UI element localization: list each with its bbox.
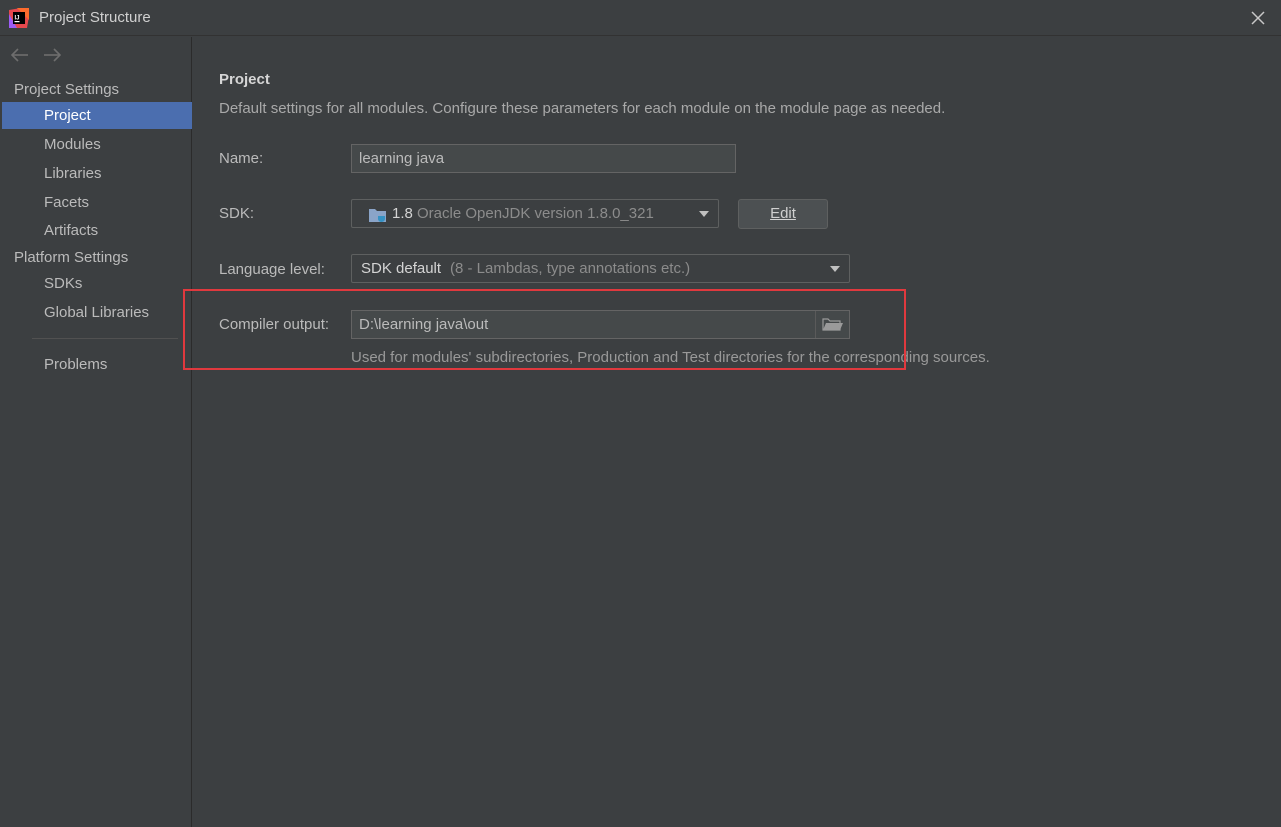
arrow-right-icon[interactable] xyxy=(42,45,62,65)
language-level-label: Language level: xyxy=(219,261,325,278)
sidebar-item-artifacts[interactable]: Artifacts xyxy=(2,217,192,244)
sidebar-divider xyxy=(32,338,178,339)
edit-sdk-button[interactable]: Edit xyxy=(738,199,828,229)
sidebar: Project Settings Project Modules Librari… xyxy=(0,37,192,827)
sdk-label: SDK: xyxy=(219,205,255,222)
svg-text:IJ: IJ xyxy=(15,16,20,22)
title-bar: IJ Project Structure xyxy=(0,0,1281,36)
chevron-down-icon xyxy=(830,266,840,272)
name-label: Name: xyxy=(219,150,264,167)
sidebar-item-problems[interactable]: Problems xyxy=(2,351,192,378)
chevron-down-icon xyxy=(699,211,709,217)
project-settings-header: Project Settings xyxy=(14,81,120,98)
close-icon[interactable] xyxy=(1249,9,1267,27)
page-description: Default settings for all modules. Config… xyxy=(219,100,946,117)
page-title: Project xyxy=(219,71,270,88)
sidebar-item-facets[interactable]: Facets xyxy=(2,189,192,216)
language-level-value: SDK default xyxy=(361,260,442,277)
sdk-dropdown[interactable]: 1.8 Oracle OpenJDK version 1.8.0_321 xyxy=(351,199,719,228)
sidebar-item-global-libraries[interactable]: Global Libraries xyxy=(2,299,192,326)
sidebar-item-sdks[interactable]: SDKs xyxy=(2,270,192,297)
intellij-idea-icon: IJ xyxy=(9,8,29,28)
edit-button-label: Edit xyxy=(770,205,796,222)
sidebar-item-modules[interactable]: Modules xyxy=(2,131,192,158)
window-title: Project Structure xyxy=(39,9,151,26)
arrow-left-icon[interactable] xyxy=(10,45,30,65)
language-level-dropdown[interactable]: SDK default (8 - Lambdas, type annotatio… xyxy=(351,254,850,283)
sdk-version: 1.8 xyxy=(392,205,413,222)
sdk-detail: Oracle OpenJDK version 1.8.0_321 xyxy=(417,205,654,222)
platform-settings-header: Platform Settings xyxy=(14,249,129,266)
name-field[interactable] xyxy=(351,144,736,173)
language-level-detail: (8 - Lambdas, type annotations etc.) xyxy=(450,260,691,277)
sidebar-item-project[interactable]: Project xyxy=(2,102,192,129)
jdk-folder-icon xyxy=(368,206,388,228)
highlight-box xyxy=(183,289,906,370)
sidebar-item-libraries[interactable]: Libraries xyxy=(2,160,192,187)
project-settings-panel: Project Default settings for all modules… xyxy=(193,37,1281,827)
